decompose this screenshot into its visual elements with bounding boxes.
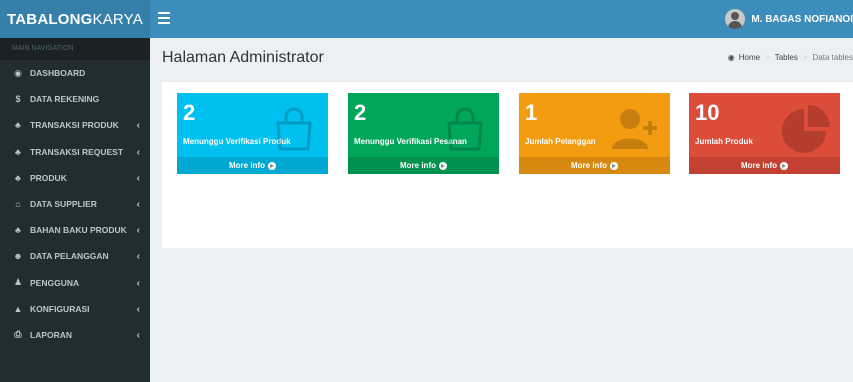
arrow-circle-right-icon — [439, 161, 447, 170]
stat-value: 10 — [695, 100, 720, 125]
more-info-link[interactable]: More info — [519, 157, 670, 174]
breadcrumb-home[interactable]: Home — [739, 53, 760, 62]
sidebar-item-label: TRANSAKSI PRODUK — [30, 120, 119, 131]
user-icon: ♟ — [13, 277, 23, 288]
breadcrumb: ◉ Home > Tables > Data tables — [728, 53, 853, 62]
page-title: Halaman Administrator — [162, 49, 324, 66]
sidebar-item-label: TRANSAKSI REQUEST — [30, 146, 124, 157]
sidebar-item-label: LAPORAN — [30, 329, 73, 340]
sidebar-item-transaksi-produk[interactable]: ♣ TRANSAKSI PRODUK ‹ — [0, 112, 150, 138]
avatar — [725, 9, 746, 29]
top-navbar: M. BAGAS NOFIANOI — [150, 0, 853, 38]
sidebar-item-bahan-baku-produk[interactable]: ♣ BAHAN BAKU PRODUK ‹ — [0, 217, 150, 243]
lock-icon: ▲ — [13, 303, 23, 314]
sidebar-item-label: PENGGUNA — [30, 277, 80, 288]
user-plus-icon — [612, 109, 657, 149]
bars-icon[interactable] — [158, 12, 170, 24]
breadcrumb-current: Data tables — [812, 53, 853, 62]
arrow-circle-right-icon — [610, 161, 618, 170]
sidebar-menu: ◉ DASHBOARD $ DATA REKENING ♣ TRANSAKSI … — [0, 60, 150, 348]
breadcrumb-separator: > — [802, 53, 808, 62]
user-menu[interactable]: M. BAGAS NOFIANOI — [725, 0, 853, 38]
sitemap-icon: ♣ — [15, 225, 21, 236]
logo-bold: TABALONG — [7, 10, 93, 28]
sidebar-item-konfigurasi[interactable]: ▲ KONFIGURASI ‹ — [0, 296, 150, 322]
more-info-link[interactable]: More info — [689, 157, 840, 174]
chevron-left-icon: ‹ — [136, 329, 140, 341]
sidebar-item-pengguna[interactable]: ♟ PENGGUNA ‹ — [0, 270, 150, 296]
sitemap-icon: ♣ — [15, 146, 21, 157]
stat-box-jumlah-pelanggan: 1 Jumlah Pelanggan More info — [519, 93, 670, 174]
users-icon: ☻ — [13, 251, 23, 262]
stat-label: Jumlah Pelanggan — [525, 137, 596, 146]
dashboard-icon: ◉ — [727, 53, 735, 62]
sidebar-header: MAIN NAVIGATION — [0, 38, 150, 60]
chevron-left-icon: ‹ — [136, 199, 140, 211]
chevron-left-icon: ‹ — [136, 146, 140, 158]
breadcrumb-separator: > — [765, 53, 770, 62]
dashboard-icon: ◉ — [14, 67, 22, 78]
chevron-left-icon: ‹ — [136, 303, 140, 315]
sitemap-icon: ♣ — [15, 172, 21, 183]
print-icon: ⎙ — [14, 329, 22, 340]
stat-value: 2 — [354, 100, 367, 125]
app-logo[interactable]: TABALONG KARYA — [0, 0, 150, 38]
more-info-label: More info — [400, 161, 436, 170]
sidebar-item-transaksi-request[interactable]: ♣ TRANSAKSI REQUEST ‹ — [0, 139, 150, 165]
sidebar-item-label: PRODUK — [30, 172, 67, 183]
more-info-label: More info — [571, 161, 607, 170]
sidebar-item-label: DASHBOARD — [30, 68, 86, 79]
sitemap-icon: ♣ — [15, 120, 21, 131]
pie-chart-icon — [782, 105, 830, 153]
content-header: Halaman Administrator ◉ Home > Tables > … — [150, 38, 853, 76]
stat-box-verifikasi-produk: 2 Menunggu Verifikasi Produk More info — [177, 93, 328, 174]
more-info-link[interactable]: More info — [177, 157, 328, 174]
arrow-circle-right-icon — [268, 161, 276, 170]
user-name: M. BAGAS NOFIANOI — [751, 13, 853, 25]
sidebar-item-produk[interactable]: ♣ PRODUK ‹ — [0, 165, 150, 191]
sidebar-item-label: DATA REKENING — [30, 94, 100, 105]
chevron-left-icon: ‹ — [136, 251, 140, 263]
shopping-bag-icon — [447, 107, 483, 151]
more-info-link[interactable]: More info — [348, 157, 499, 174]
chevron-left-icon: ‹ — [136, 120, 140, 132]
stat-box-verifikasi-pesanan: 2 Menunggu Verifikasi Pesanan More info — [348, 93, 499, 174]
sidebar-item-data-rekening[interactable]: $ DATA REKENING — [0, 86, 150, 112]
sidebar-item-label: BAHAN BAKU PRODUK — [30, 225, 127, 236]
shopping-bag-icon — [276, 107, 312, 151]
stat-value: 2 — [183, 100, 196, 125]
sidebar-item-label: KONFIGURASI — [30, 303, 90, 314]
sidebar-item-laporan[interactable]: ⎙ LAPORAN ‹ — [0, 322, 150, 348]
stat-value: 1 — [525, 100, 538, 125]
sidebar-item-dashboard[interactable]: ◉ DASHBOARD — [0, 60, 150, 86]
chevron-left-icon: ‹ — [136, 277, 140, 289]
more-info-label: More info — [229, 161, 265, 170]
chevron-left-icon: ‹ — [136, 225, 140, 237]
stat-label: Jumlah Produk — [695, 137, 753, 146]
arrow-circle-right-icon — [780, 161, 788, 170]
sidebar-item-label: DATA PELANGGAN — [30, 251, 109, 262]
stat-box-jumlah-produk: 10 Jumlah Produk More info — [689, 93, 840, 174]
sidebar-item-data-pelanggan[interactable]: ☻ DATA PELANGGAN ‹ — [0, 243, 150, 269]
dollar-icon: $ — [15, 94, 21, 105]
chevron-left-icon: ‹ — [136, 172, 140, 184]
logo-light: KARYA — [92, 10, 143, 28]
sidebar-item-data-supplier[interactable]: ⌂ DATA SUPPLIER ‹ — [0, 191, 150, 217]
sidebar-item-label: DATA SUPPLIER — [30, 199, 97, 210]
more-info-label: More info — [741, 161, 777, 170]
home-icon: ⌂ — [15, 199, 21, 210]
breadcrumb-tables[interactable]: Tables — [775, 53, 798, 62]
sidebar: MAIN NAVIGATION ◉ DASHBOARD $ DATA REKEN… — [0, 38, 150, 382]
